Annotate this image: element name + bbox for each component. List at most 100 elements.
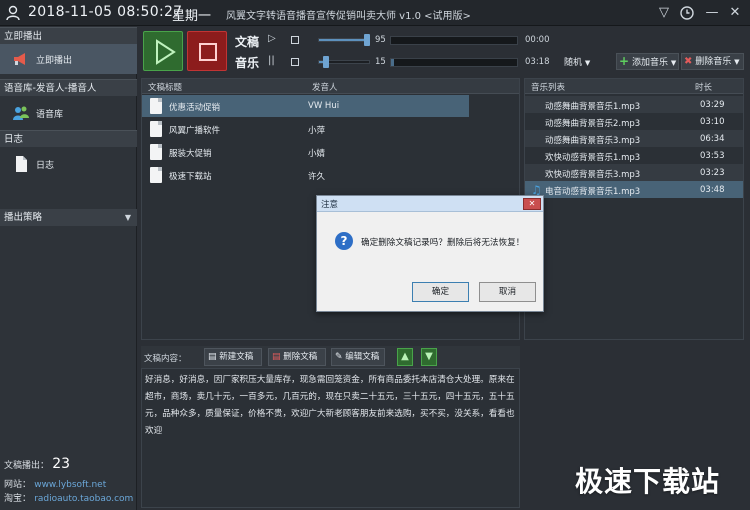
document-icon [150,167,162,183]
text-editor[interactable]: 好消息，好消息，因厂家积压大量库存，现急需回笼资金，所有商品委托本店清仓大处理。… [141,368,520,508]
row-title: 服装大促销 [169,149,212,159]
text-volume-knob[interactable] [364,34,371,46]
title-bar: 2018-11-05 08:50:27 星期一 风翼文字转语音播音宣传促销叫卖大… [0,0,750,26]
clock-icon[interactable] [679,5,695,21]
delete-text-button[interactable]: ▤ 删除文稿 [268,348,326,366]
play-button[interactable] [143,31,183,71]
music-name: 动感舞曲背景音乐3.mp3 [545,136,641,146]
row-title: 极速下载站 [169,172,212,182]
editor-content: 好消息，好消息，因厂家积压大量库存，现急需回笼资金，所有商品委托本店清仓大处理。… [145,375,515,436]
cancel-button[interactable]: 取消 [479,282,536,302]
watermark: 极速下载站 [575,465,721,498]
document-icon [16,156,27,172]
music-duration: 03:10 [700,117,725,127]
row-speaker: VW Hui [308,101,340,111]
document-icon [150,98,162,114]
table-row[interactable]: 优惠活动促销 VW Hui [142,95,469,117]
website-link[interactable]: www.lybsoft.net [34,480,106,490]
col-duration: 时长 [695,83,713,93]
arrow-up-icon[interactable]: ▲ [397,348,413,366]
document-icon [150,144,162,160]
music-duration: 06:34 [700,134,725,144]
music-list: 音乐列表 时长 动感舞曲背景音乐1.mp3 03:29 动感舞曲背景音乐2.mp… [524,78,744,340]
taobao-link[interactable]: radioauto.taobao.com [34,494,133,504]
dropdown-menu-icon[interactable]: ▽ [656,5,672,21]
minimize-icon[interactable]: — [704,5,720,21]
list-item[interactable]: 欢快动感背景音乐1.mp3 03:53 [525,147,743,164]
music-pause-icon[interactable]: || [268,55,275,66]
sidebar-item-label: 语音库 [36,110,64,120]
user-icon[interactable] [6,5,20,21]
random-mode-dropdown[interactable]: 随机 ▼ [564,55,590,68]
music-time: 03:18 [525,57,550,67]
list-item[interactable]: ♫ 电音动感背景音乐1.mp3 03:48 [525,181,743,198]
dialog-close-icon[interactable]: ✕ [523,198,541,210]
sidebar-item-label: 日志 [36,161,55,171]
col-music: 音乐列表 [531,83,566,93]
col-title: 文稿标题 [148,83,183,93]
close-icon[interactable]: ✕ [727,5,743,21]
list-item[interactable]: 动感舞曲背景音乐2.mp3 03:10 [525,113,743,130]
text-label: 文稿 [235,35,260,49]
music-name: 动感舞曲背景音乐2.mp3 [545,119,641,129]
sidebar-item-label: 立即播出 [36,56,73,66]
sidebar-item-voice-library[interactable]: 语音库 [0,98,137,128]
music-name: 电音动感背景音乐1.mp3 [545,187,641,197]
chevron-down-icon: ▼ [124,213,131,222]
sidebar-item-log[interactable]: 日志 [0,149,137,179]
music-duration: 03:53 [700,151,725,161]
chevron-down-icon: ▼ [670,59,677,67]
text-volume-value: 95 [375,35,386,45]
table-row[interactable]: 服装大促销 小婧 [142,141,472,163]
text-list-header: 文稿标题 发音人 [142,79,519,94]
music-progress[interactable] [390,58,518,67]
music-progress-fill [391,59,394,66]
ok-button[interactable]: 确定 [412,282,469,302]
delete-music-button[interactable]: ✖ 删除音乐 ▼ [681,53,744,70]
edit-text-label: 编辑文稿 [345,352,380,362]
music-label: 音乐 [235,56,260,70]
edit-text-button[interactable]: ✎ 编辑文稿 [331,348,385,366]
list-item[interactable]: 动感舞曲背景音乐3.mp3 06:34 [525,130,743,147]
music-name: 欢快动感背景音乐3.mp3 [545,170,641,180]
play-icon [156,39,176,65]
taobao-label: 淘宝： [4,494,32,504]
music-duration: 03:48 [700,185,725,195]
text-progress[interactable] [390,36,518,45]
music-list-header: 音乐列表 时长 [525,79,743,94]
table-row[interactable]: 极速下载站 许久 [142,164,472,186]
text-play-icon[interactable]: ▷ [268,33,276,44]
col-speaker: 发音人 [312,83,338,93]
confirm-dialog: 注意 ✕ ? 确定删除文稿记录吗？删除后将无法恢复！ 确定 取消 [316,195,544,312]
add-music-button[interactable]: + 添加音乐 ▼ [616,53,679,70]
new-text-button[interactable]: ▤ 新建文稿 [204,348,262,366]
section-log: 日志 [0,130,137,147]
delete-icon: ✖ [684,56,693,67]
strategy-dropdown[interactable]: 播出策略 ▼ [0,209,137,226]
datetime: 2018-11-05 08:50:27 [28,4,183,20]
arrow-down-icon[interactable]: ▼ [421,348,437,366]
list-item[interactable]: 欢快动感背景音乐3.mp3 03:23 [525,164,743,181]
text-stop-icon[interactable] [291,36,299,44]
music-volume-knob[interactable] [322,56,329,68]
dialog-title-bar: 注意 ✕ [317,196,543,212]
list-item[interactable]: 动感舞曲背景音乐1.mp3 03:29 [525,96,743,113]
text-volume-slider[interactable] [318,38,370,42]
chevron-down-icon: ▼ [584,59,591,67]
users-icon [13,106,29,120]
stop-button[interactable] [187,31,227,71]
music-stop-icon[interactable] [291,58,299,66]
add-music-label: 添加音乐 [631,58,668,68]
text-count-value: 23 [52,456,71,472]
strategy-label: 播出策略 [4,212,43,223]
delete-document-icon: ▤ [272,352,281,362]
row-title: 风翼广播软件 [169,126,221,136]
document-icon [150,121,162,137]
sidebar: 立即播出 立即播出 语音库-发音人-播音人 语音库 日志 日志 播出策略 ▼ 文… [0,27,137,510]
chevron-down-icon: ▼ [734,58,740,66]
delete-text-label: 删除文稿 [283,352,318,362]
dialog-title: 注意 [321,200,339,210]
sidebar-item-broadcast[interactable]: 立即播出 [0,44,137,74]
table-row[interactable]: 风翼广播软件 小萍 [142,118,472,140]
row-speaker: 小萍 [308,126,326,136]
